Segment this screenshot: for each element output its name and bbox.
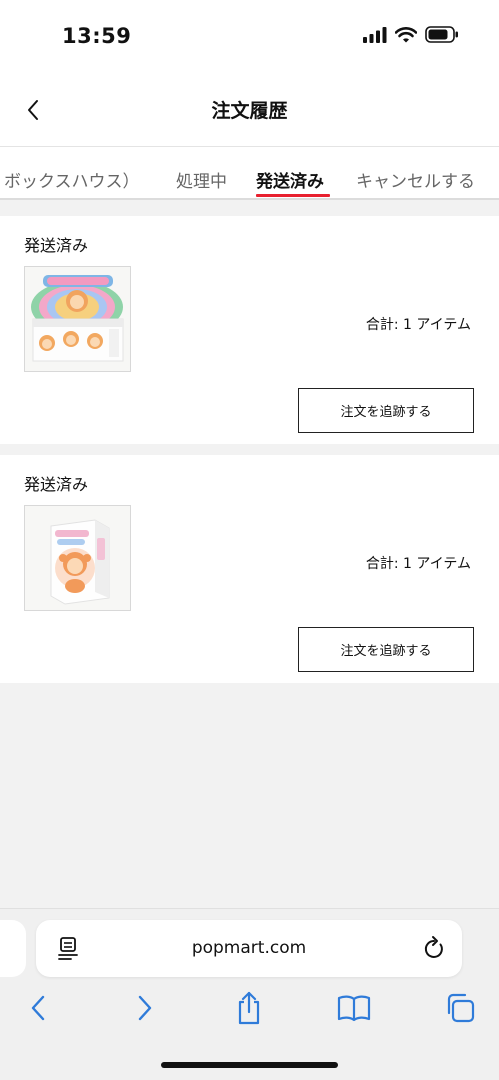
browser-forward-button[interactable] (127, 990, 163, 1026)
share-button[interactable] (231, 990, 267, 1026)
back-icon (31, 995, 45, 1021)
order-status: 発送済み (24, 236, 89, 255)
reload-icon[interactable] (422, 935, 446, 961)
tabs-icon (447, 993, 475, 1023)
order-card: 発送済み 合計: 1 アイテム 注文を追跡する (0, 455, 499, 683)
order-status-tabs: ボックスハウス） 処理中 発送済み キャンセルする (0, 147, 499, 199)
product-image (25, 506, 130, 610)
tab-shipped[interactable]: 発送済み (256, 167, 324, 192)
bookmarks-button[interactable] (336, 990, 372, 1026)
order-item-count: 合計: 1 アイテム (365, 317, 471, 333)
track-order-button[interactable]: 注文を追跡する (298, 388, 474, 433)
order-item-count: 合計: 1 アイテム (365, 556, 471, 572)
page-title: 注文履歴 (211, 100, 288, 122)
tabs-divider (0, 198, 499, 200)
bookmarks-icon (337, 995, 371, 1022)
track-order-button[interactable]: 注文を追跡する (298, 627, 474, 672)
tab-processing[interactable]: 処理中 (176, 167, 227, 192)
status-icons (363, 26, 459, 43)
home-indicator (161, 1062, 338, 1068)
order-card: 発送済み 合計: 1 アイテム 注文を追跡する (0, 216, 499, 444)
product-thumbnail[interactable] (24, 505, 131, 611)
browser-back-button[interactable] (20, 990, 56, 1026)
forward-icon (138, 995, 152, 1021)
previous-tab-preview[interactable] (0, 920, 26, 977)
product-image (25, 267, 130, 371)
tab-cancelled[interactable]: キャンセルする (356, 167, 475, 192)
order-status: 発送済み (24, 475, 89, 494)
battery-icon (425, 26, 458, 43)
active-tab-indicator (256, 194, 330, 197)
url-text: popmart.com (191, 938, 307, 958)
wifi-icon (395, 26, 417, 42)
address-bar[interactable]: popmart.com (36, 920, 462, 977)
tab-box-house[interactable]: ボックスハウス） (4, 167, 140, 192)
status-time: 13:59 (62, 24, 132, 48)
signal-icon (363, 26, 387, 43)
product-thumbnail[interactable] (24, 266, 131, 372)
tabs-button[interactable] (442, 990, 478, 1026)
share-icon (238, 991, 260, 1025)
